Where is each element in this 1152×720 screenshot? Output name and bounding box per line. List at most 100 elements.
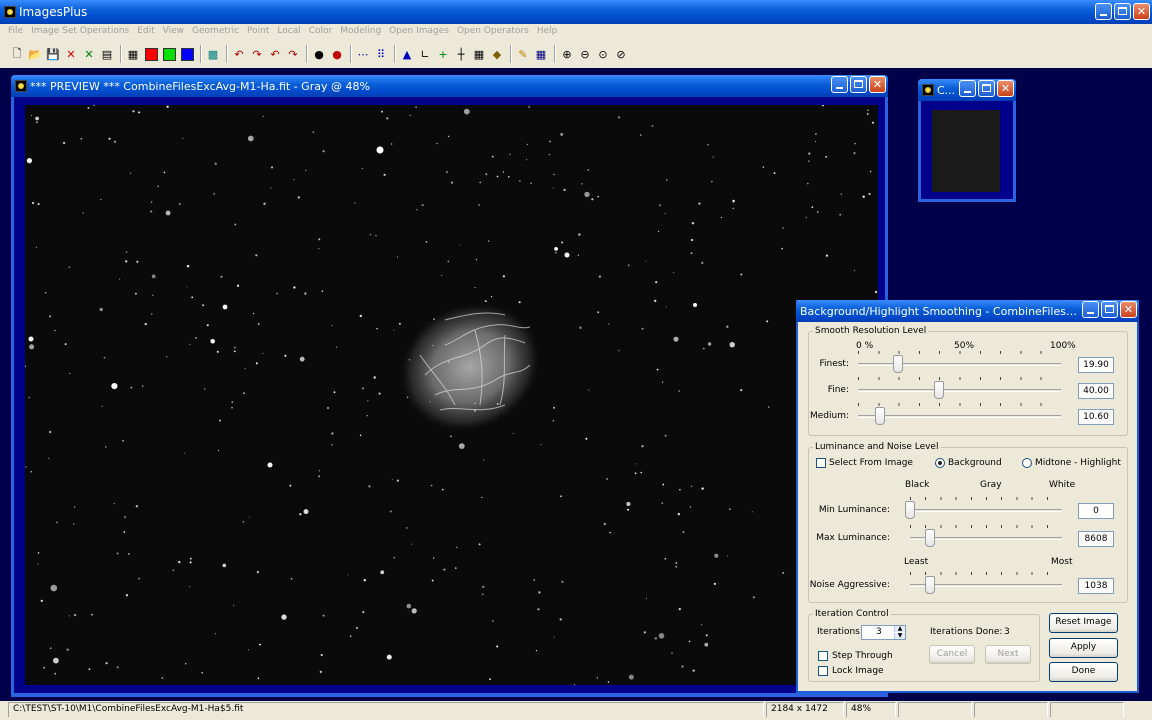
reset-image-button[interactable]: Reset Image: [1049, 613, 1118, 633]
luminance-slider-thumb-1[interactable]: [924, 529, 935, 547]
table-icon[interactable]: ▦: [533, 46, 549, 62]
zoom-reset-icon[interactable]: ⊘: [613, 46, 629, 62]
smooth-value-field-0[interactable]: 19.90: [1078, 357, 1114, 373]
zoom-in-icon[interactable]: ⊕: [559, 46, 575, 62]
undo-icon[interactable]: ↶: [231, 46, 247, 62]
done-button[interactable]: Done: [1049, 662, 1118, 682]
rgb-icon[interactable]: ▦: [125, 46, 141, 62]
new-icon[interactable]: 🗋: [9, 46, 25, 62]
menu-edit[interactable]: Edit: [133, 24, 158, 39]
star: [166, 105, 169, 108]
dialog-minimize-button[interactable]: [1082, 301, 1099, 318]
scale-most: Most: [1051, 557, 1073, 567]
smooth-slider-track-0[interactable]: [858, 363, 1061, 366]
thumbnail-canvas[interactable]: [921, 101, 1013, 199]
zoom-out-icon[interactable]: ⊖: [577, 46, 593, 62]
open-icon[interactable]: 📂: [27, 46, 43, 62]
lock-image-checkbox[interactable]: [818, 666, 828, 676]
cancel-button[interactable]: Cancel: [929, 645, 975, 664]
grid-small-icon[interactable]: ▦: [471, 46, 487, 62]
point-red-icon[interactable]: ●: [329, 46, 345, 62]
redo-icon[interactable]: ↷: [249, 46, 265, 62]
dialog-maximize-button[interactable]: [1101, 301, 1118, 318]
star: [119, 278, 121, 280]
preview-maximize-button[interactable]: [850, 76, 867, 93]
preview-title-bar[interactable]: *** PREVIEW *** CombineFilesExcAvg-M1-Ha…: [11, 75, 888, 97]
app-title-bar[interactable]: ImagesPlus ✕: [0, 0, 1152, 24]
luminance-value-field-1[interactable]: 8608: [1078, 531, 1114, 547]
apply-button[interactable]: Apply: [1049, 638, 1118, 658]
menu-geometric[interactable]: Geometric: [188, 24, 243, 39]
add-icon[interactable]: +: [435, 46, 451, 62]
point-icon[interactable]: ●: [311, 46, 327, 62]
preview-canvas[interactable]: [14, 97, 885, 693]
thumbnail-minimize-button[interactable]: [959, 80, 976, 97]
menu-open-images[interactable]: Open Images: [385, 24, 453, 39]
iterations-spinner[interactable]: 3 ▲ ▼: [861, 625, 906, 640]
smooth-value-field-2[interactable]: 10.60: [1078, 409, 1114, 425]
preview-close-button[interactable]: ✕: [869, 76, 886, 93]
blue-channel-icon[interactable]: [179, 46, 195, 62]
luminance-slider-thumb-2[interactable]: [924, 576, 935, 594]
star: [560, 132, 564, 136]
smooth-slider-thumb-0[interactable]: [893, 355, 904, 373]
color-icon[interactable]: ◆: [489, 46, 505, 62]
green-channel-icon[interactable]: [161, 46, 177, 62]
star: [256, 571, 259, 574]
select-icon[interactable]: ⠿: [373, 46, 389, 62]
smooth-slider-thumb-2[interactable]: [874, 407, 885, 425]
luminance-slider-track-0[interactable]: [910, 509, 1062, 512]
undo-all-icon[interactable]: ↶: [267, 46, 283, 62]
menu-point[interactable]: Point: [243, 24, 273, 39]
thumbnail-close-button[interactable]: ✕: [997, 80, 1014, 97]
thumbnail-maximize-button[interactable]: [978, 80, 995, 97]
pencil-icon[interactable]: ✎: [515, 46, 531, 62]
print-icon[interactable]: ▤: [99, 46, 115, 62]
menu-color[interactable]: Color: [305, 24, 337, 39]
menu-help[interactable]: Help: [533, 24, 562, 39]
menu-file[interactable]: File: [4, 24, 27, 39]
maximize-button[interactable]: [1114, 3, 1131, 20]
smooth-slider-track-1[interactable]: [858, 389, 1061, 392]
smooth-slider-thumb-1[interactable]: [934, 381, 945, 399]
next-button[interactable]: Next: [985, 645, 1031, 664]
menu-modeling[interactable]: Modeling: [336, 24, 385, 39]
menu-open-operators[interactable]: Open Operators: [453, 24, 533, 39]
close-red-icon[interactable]: ✕: [63, 46, 79, 62]
smooth-slider-track-2[interactable]: [858, 415, 1061, 418]
luminance-slider-thumb-0[interactable]: [905, 501, 915, 519]
dialog-close-button[interactable]: ✕: [1120, 301, 1137, 318]
close-button[interactable]: ✕: [1133, 3, 1150, 20]
star: [37, 203, 40, 206]
save-icon[interactable]: 💾: [45, 46, 61, 62]
menu-image-set-operations[interactable]: Image Set Operations: [27, 24, 133, 39]
red-channel-icon[interactable]: [143, 46, 159, 62]
thumbnail-title-bar[interactable]: C... ✕: [918, 79, 1016, 101]
crosshair-icon[interactable]: ┼: [453, 46, 469, 62]
histogram-icon[interactable]: ▲: [399, 46, 415, 62]
close-green-icon[interactable]: ✕: [81, 46, 97, 62]
background-radio[interactable]: [935, 458, 945, 468]
luminance-value-field-2[interactable]: 1038: [1078, 578, 1114, 594]
curves-icon[interactable]: ∟: [417, 46, 433, 62]
midtone-highlight-radio[interactable]: [1022, 458, 1032, 468]
star: [688, 640, 691, 643]
menu-local[interactable]: Local: [273, 24, 304, 39]
zoom-fit-icon[interactable]: ⊙: [595, 46, 611, 62]
menu-view[interactable]: View: [159, 24, 188, 39]
grid-icon[interactable]: ▩: [205, 46, 221, 62]
luminance-value-field-0[interactable]: 0: [1078, 503, 1114, 519]
star: [553, 636, 555, 638]
star: [740, 273, 743, 276]
luminance-label-2: Noise Aggressive:: [809, 580, 890, 590]
spin-down-icon[interactable]: ▼: [894, 633, 905, 639]
redo-all-icon[interactable]: ↷: [285, 46, 301, 62]
minimize-button[interactable]: [1095, 3, 1112, 20]
step-through-checkbox[interactable]: [818, 651, 828, 661]
select-from-image-checkbox[interactable]: [816, 458, 826, 468]
dots-icon[interactable]: ⋯: [355, 46, 371, 62]
preview-minimize-button[interactable]: [831, 76, 848, 93]
dialog-title-bar[interactable]: Background/Highlight Smoothing - Combine…: [796, 300, 1139, 322]
smooth-value-field-1[interactable]: 40.00: [1078, 383, 1114, 399]
star: [122, 440, 124, 442]
